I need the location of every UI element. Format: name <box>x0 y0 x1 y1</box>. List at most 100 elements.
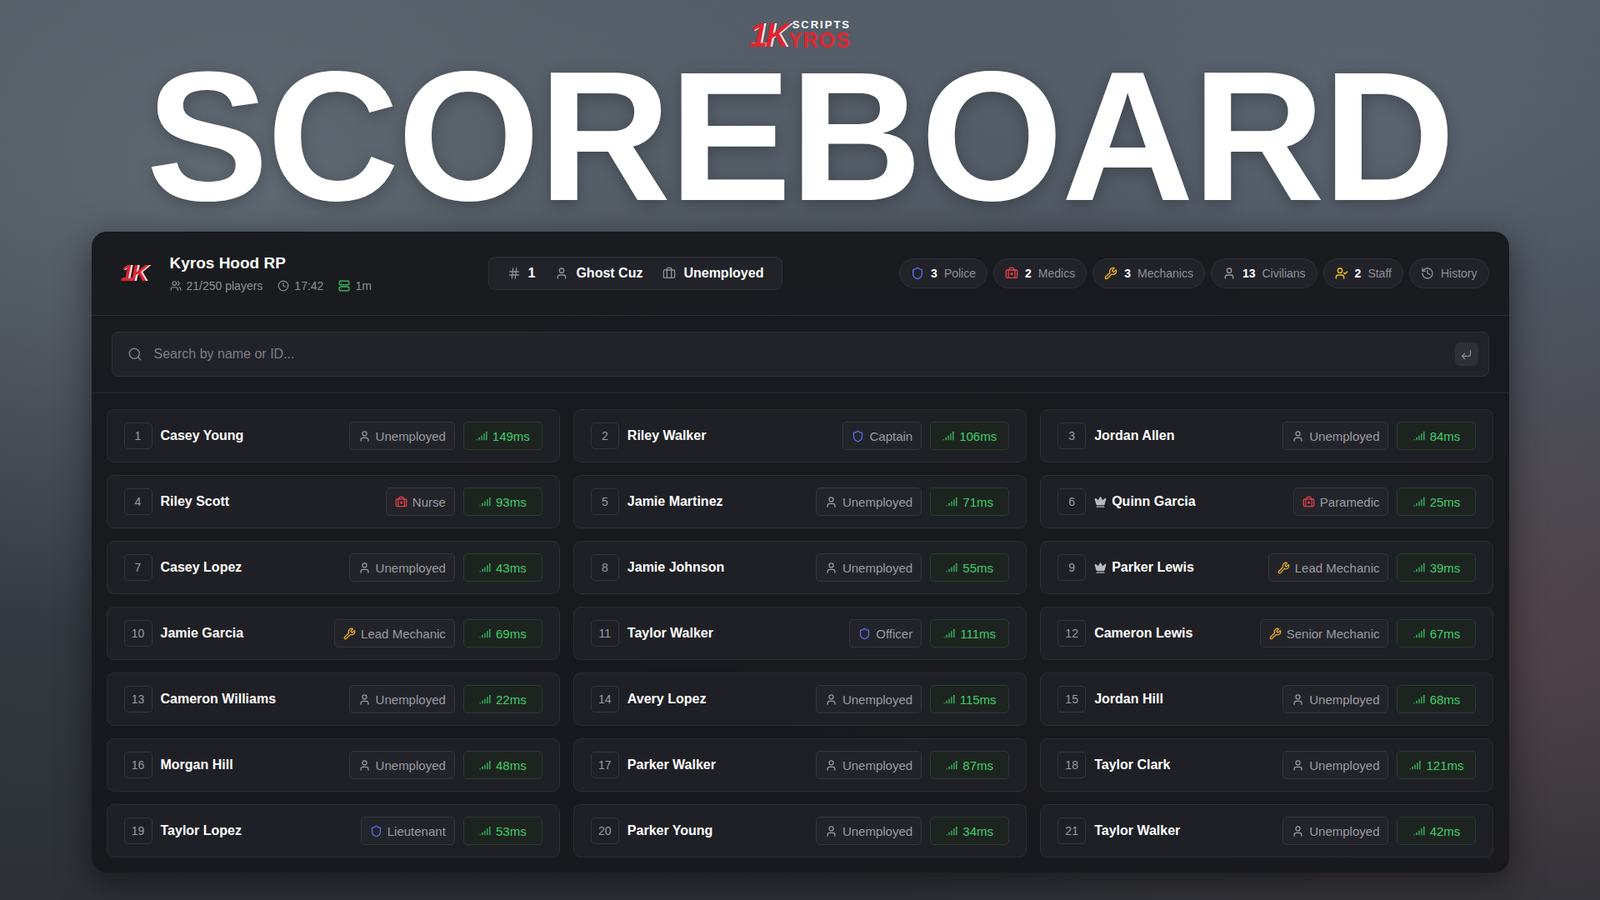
signal-icon <box>945 495 958 508</box>
stat-pill[interactable]: 13 Civilians <box>1210 258 1318 289</box>
player-name-wrap: Riley Scott <box>160 494 378 510</box>
signal-icon <box>1409 759 1421 771</box>
player-id: 4 <box>124 488 153 515</box>
player-name: Jordan Hill <box>1094 691 1164 707</box>
search-field <box>111 331 1490 377</box>
person-icon <box>1291 430 1305 443</box>
player-card[interactable]: 15Jordan HillUnemployed68ms <box>1040 672 1494 726</box>
shield-icon <box>370 825 383 838</box>
player-card[interactable]: 7Casey LopezUnemployed43ms <box>106 540 560 595</box>
job-badge: Unemployed <box>815 487 922 516</box>
enter-button[interactable] <box>1455 342 1479 366</box>
player-name: Riley Scott <box>160 494 230 510</box>
player-card[interactable]: 21Taylor WalkerUnemployed42ms <box>1040 804 1494 858</box>
person-icon <box>555 266 569 280</box>
player-name: Parker Walker <box>627 757 716 773</box>
player-card[interactable]: 19Taylor LopezLieutenant53ms <box>106 804 560 858</box>
player-card[interactable]: 13Cameron WilliamsUnemployed22ms <box>106 672 560 726</box>
signal-icon <box>945 759 958 771</box>
stat-pill[interactable]: 2Staff <box>1323 258 1404 289</box>
person-icon <box>358 561 371 575</box>
stat-count: 3 <box>1124 266 1131 280</box>
player-name: Riley Walker <box>627 428 707 444</box>
signal-icon <box>479 693 491 705</box>
ping-badge: 87ms <box>930 750 1010 780</box>
player-name-wrap: Casey Lopez <box>160 560 341 575</box>
server-name: Kyros Hood RP <box>170 254 372 273</box>
stat-label: Civilians <box>1261 266 1305 280</box>
job-badge: Unemployed <box>349 750 455 780</box>
users-icon <box>170 280 182 292</box>
job-badge: Nurse <box>385 487 455 516</box>
wrench-icon <box>1277 561 1290 575</box>
player-id: 7 <box>124 554 153 581</box>
player-name-wrap: Cameron Lewis <box>1094 625 1252 641</box>
player-card[interactable]: 8Jamie JohnsonUnemployed55ms <box>573 540 1027 595</box>
stat-pill[interactable]: 3Mechanics <box>1092 258 1205 289</box>
shield-icon <box>858 627 871 640</box>
signal-icon <box>479 759 491 771</box>
player-card[interactable]: 20Parker YoungUnemployed34ms <box>573 804 1027 858</box>
ping-badge: 48ms <box>463 750 543 780</box>
player-card[interactable]: 6Quinn GarciaParamedic25ms <box>1040 475 1494 529</box>
job-stats: 3Police2Medics3Mechanics 13 Civilians 2Staf… <box>899 258 1489 289</box>
player-card[interactable]: 16Morgan HillUnemployed48ms <box>106 738 560 792</box>
player-count: 21/250 players <box>170 279 264 293</box>
job-badge: Lead Mechanic <box>334 619 455 648</box>
stat-label: Staff <box>1367 266 1392 280</box>
player-name-wrap: Avery Lopez <box>627 691 808 707</box>
player-name: Casey Lopez <box>160 560 243 575</box>
player-card[interactable]: 14Avery LopezUnemployed115ms <box>573 672 1027 726</box>
player-card[interactable]: 12Cameron LewisSenior Mechanic67ms <box>1040 606 1494 660</box>
stat-pill[interactable]: 2Medics <box>993 258 1087 289</box>
player-card[interactable]: 1Casey YoungUnemployed149ms <box>106 409 560 463</box>
player-name: Casey Young <box>160 428 245 444</box>
crown-icon <box>1094 495 1107 509</box>
job-badge: Unemployed <box>349 421 455 450</box>
job-badge: Lieutenant <box>360 816 455 845</box>
logo-top-text: SCRIPTS <box>788 19 851 30</box>
signal-icon <box>1413 693 1425 705</box>
player-card[interactable]: 2Riley WalkerCaptain106ms <box>573 409 1027 463</box>
shield-icon <box>851 430 865 443</box>
search-input[interactable] <box>152 345 1445 363</box>
signal-icon <box>1413 825 1425 837</box>
crown-icon <box>1094 561 1107 575</box>
ping-badge: 42ms <box>1396 816 1476 845</box>
shield-icon <box>910 266 925 280</box>
ping-badge: 115ms <box>930 685 1010 714</box>
player-id: 15 <box>1057 685 1086 713</box>
player-id: 13 <box>124 685 153 713</box>
self-id: 1 <box>507 265 536 281</box>
player-card[interactable]: 17Parker WalkerUnemployed87ms <box>573 738 1027 792</box>
job-badge: Officer <box>849 619 922 648</box>
player-name-wrap: Jamie Garcia <box>160 625 327 641</box>
stat-count: 13 <box>1242 266 1256 280</box>
player-card[interactable]: 5Jamie MartinezUnemployed71ms <box>573 475 1027 529</box>
player-card[interactable]: 10Jamie GarciaLead Mechanic69ms <box>106 606 560 660</box>
history-button[interactable]: History <box>1409 258 1490 289</box>
logo-mark: 1K <box>749 18 787 52</box>
person-icon <box>358 759 371 772</box>
staff-icon <box>1335 266 1349 280</box>
person-icon <box>825 495 838 509</box>
stat-pill[interactable]: 3Police <box>899 258 988 289</box>
player-card[interactable]: 18Taylor ClarkUnemployed121ms <box>1040 738 1494 792</box>
person-icon <box>1291 693 1305 706</box>
player-card[interactable]: 11Taylor WalkerOfficer111ms <box>573 606 1027 660</box>
ping-badge: 53ms <box>463 816 543 845</box>
signal-icon <box>475 430 488 442</box>
player-name-wrap: Jamie Martinez <box>627 494 808 510</box>
logo-words: SCRIPTSYROS <box>788 19 851 51</box>
page-title: SCOREBOARD <box>146 54 1455 220</box>
job-badge: Unemployed <box>815 750 922 780</box>
player-card[interactable]: 9Parker LewisLead Mechanic39ms <box>1040 540 1494 595</box>
server-uptime: 1m <box>338 279 371 293</box>
player-name-wrap: Morgan Hill <box>160 757 341 773</box>
server-info: 1KKyros Hood RP21/250 players17:421m <box>111 251 372 295</box>
player-card[interactable]: 3Jordan AllenUnemployed84ms <box>1040 409 1494 463</box>
self-name: Ghost Cuz <box>555 265 643 281</box>
player-card[interactable]: 4Riley ScottNurse93ms <box>106 475 560 529</box>
signal-icon <box>1413 495 1425 508</box>
search-icon <box>127 346 143 362</box>
